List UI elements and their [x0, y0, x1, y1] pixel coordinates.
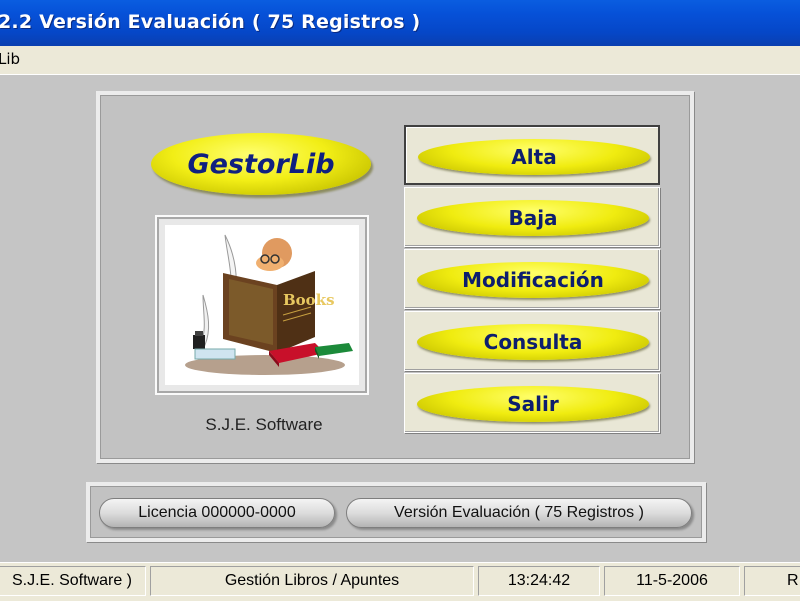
alta-label: Alta	[511, 145, 557, 169]
modificacion-pill: Modificación	[417, 262, 649, 298]
menu-item-lib[interactable]: Lib	[0, 50, 20, 68]
logo-text: GestorLib	[187, 148, 335, 180]
main-content: GestorLib Books S.J.E. Software Alta Baj…	[0, 75, 800, 562]
company-label: S.J.E. Software	[205, 415, 323, 434]
status-bar: S.J.E. Software ) Gestión Libros / Apunt…	[0, 562, 800, 601]
salir-button[interactable]: Salir	[404, 373, 660, 433]
status-time: 13:24:42	[478, 566, 600, 596]
main-panel: GestorLib Books S.J.E. Software Alta Baj…	[96, 91, 694, 463]
books-cover-text: Books	[283, 291, 335, 309]
salir-pill: Salir	[417, 386, 649, 422]
picture-frame: Books	[155, 215, 369, 395]
baja-label: Baja	[508, 206, 558, 230]
status-extra: R	[744, 566, 800, 596]
book-reader-illustration: Books	[185, 234, 353, 375]
status-description: Gestión Libros / Apuntes	[150, 566, 474, 596]
window-title: 2.2 Versión Evaluación ( 75 Registros )	[0, 11, 421, 33]
reading-character-image: Books	[165, 225, 359, 385]
status-date: 11-5-2006	[604, 566, 740, 596]
baja-pill: Baja	[417, 200, 649, 236]
baja-button[interactable]: Baja	[404, 187, 660, 247]
menu-bar: Lib	[0, 46, 800, 75]
consulta-label: Consulta	[483, 330, 583, 354]
alta-button[interactable]: Alta	[404, 125, 660, 185]
title-bar[interactable]: 2.2 Versión Evaluación ( 75 Registros )	[0, 0, 800, 47]
status-company: S.J.E. Software )	[0, 566, 146, 596]
modificacion-label: Modificación	[462, 268, 604, 292]
salir-label: Salir	[507, 392, 559, 416]
alta-pill: Alta	[418, 139, 650, 175]
bottom-panel: Licencia 000000-0000 Versión Evaluación …	[86, 482, 706, 542]
license-button[interactable]: Licencia 000000-0000	[99, 498, 335, 528]
consulta-button[interactable]: Consulta	[404, 311, 660, 371]
version-button[interactable]: Versión Evaluación ( 75 Registros )	[346, 498, 692, 528]
gestorlib-logo: GestorLib	[151, 133, 371, 195]
consulta-pill: Consulta	[417, 324, 649, 360]
modificacion-button[interactable]: Modificación	[404, 249, 660, 309]
